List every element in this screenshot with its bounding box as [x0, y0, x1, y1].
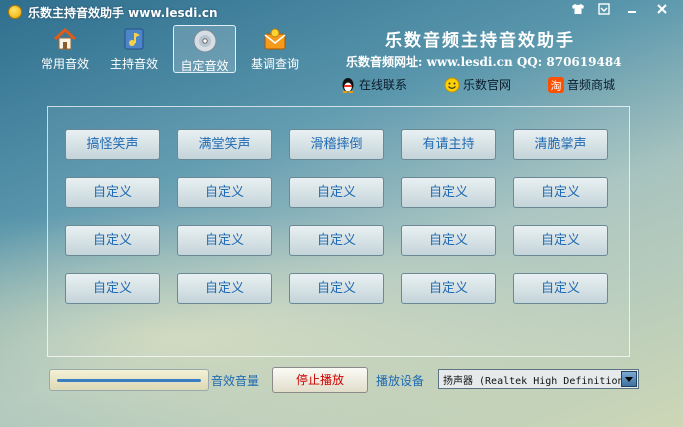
sound-button[interactable]: 搞怪笑声 — [65, 129, 160, 160]
link-official-site[interactable]: 乐数官网 — [444, 76, 511, 93]
sound-button[interactable]: 自定义 — [177, 177, 272, 208]
device-value: 扬声器 (Realtek High Definition Audio) — [443, 376, 621, 387]
volume-track — [57, 379, 201, 382]
sound-button[interactable]: 自定义 — [177, 225, 272, 256]
sound-button[interactable]: 自定义 — [401, 177, 496, 208]
sound-button[interactable]: 自定义 — [289, 225, 384, 256]
close-icon[interactable] — [650, 2, 674, 20]
sound-button[interactable]: 自定义 — [513, 177, 608, 208]
sound-button[interactable]: 自定义 — [513, 273, 608, 304]
sound-button[interactable]: 自定义 — [65, 177, 160, 208]
envelope-icon — [262, 26, 288, 52]
sound-button[interactable]: 自定义 — [401, 273, 496, 304]
window-title: 乐数主持音效助手 www.lesdi.cn — [28, 6, 218, 20]
svg-text:淘: 淘 — [551, 80, 562, 93]
tab-common-sounds[interactable]: 常用音效 — [36, 26, 94, 72]
sound-button[interactable]: 满堂笑声 — [177, 129, 272, 160]
sound-button[interactable]: 自定义 — [177, 273, 272, 304]
smiley-icon — [444, 77, 460, 93]
qq-penguin-icon — [340, 77, 356, 93]
title-bar: 乐数主持音效助手 www.lesdi.cn — [0, 0, 683, 24]
volume-label: 音效音量 — [211, 374, 260, 388]
chevron-down-icon[interactable] — [621, 371, 637, 387]
tab-key-lookup[interactable]: 基调查询 — [246, 26, 304, 72]
sound-button[interactable]: 自定义 — [65, 225, 160, 256]
tab-label: 基调查询 — [250, 57, 299, 71]
stop-playback-button[interactable]: 停止播放 — [272, 367, 368, 393]
link-label: 乐数官网 — [463, 78, 512, 92]
home-icon — [52, 26, 78, 52]
playback-device-select[interactable]: 扬声器 (Realtek High Definition Audio) — [438, 369, 639, 389]
tab-label: 自定音效 — [180, 59, 229, 73]
app-logo-icon — [8, 5, 22, 19]
tab-label: 主持音效 — [109, 57, 158, 71]
link-online-contact[interactable]: 在线联系 — [340, 76, 407, 93]
disc-icon — [192, 28, 218, 54]
sound-button[interactable]: 有请主持 — [401, 129, 496, 160]
sound-button[interactable]: 清脆掌声 — [513, 129, 608, 160]
tab-host-sounds[interactable]: 主持音效 — [104, 26, 164, 72]
sound-button[interactable]: 滑稽摔倒 — [289, 129, 384, 160]
sound-button[interactable]: 自定义 — [289, 177, 384, 208]
minimize-icon[interactable] — [620, 2, 644, 20]
taobao-icon: 淘 — [548, 77, 564, 93]
link-label: 音频商城 — [567, 78, 616, 92]
shirt-icon[interactable] — [566, 2, 590, 20]
tab-custom-sounds[interactable]: 自定音效 — [173, 25, 236, 73]
sound-button[interactable]: 自定义 — [401, 225, 496, 256]
sound-button[interactable]: 自定义 — [289, 273, 384, 304]
link-audio-mall[interactable]: 淘 音频商城 — [548, 76, 615, 93]
brand-title: 乐数音频主持音效助手 — [385, 31, 575, 51]
tab-label: 常用音效 — [40, 57, 89, 71]
link-label: 在线联系 — [359, 78, 408, 92]
sound-button[interactable]: 自定义 — [65, 273, 160, 304]
menu-icon[interactable] — [592, 2, 616, 20]
device-label: 播放设备 — [376, 374, 425, 388]
brand-site-info: 乐数音频网址: www.lesdi.cn QQ: 870619484 — [346, 55, 622, 69]
sound-button[interactable]: 自定义 — [513, 225, 608, 256]
volume-slider[interactable] — [49, 369, 209, 391]
music-file-icon — [121, 26, 147, 52]
